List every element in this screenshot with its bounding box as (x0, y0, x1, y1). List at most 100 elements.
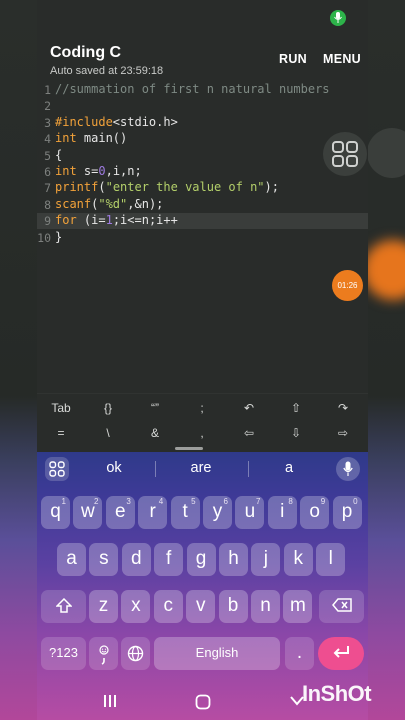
line-number: 3 (44, 115, 51, 130)
key-label: a (66, 548, 77, 569)
redo-icon[interactable]: ↷ (320, 401, 366, 415)
grid-menu-button[interactable] (323, 132, 367, 176)
line-number: 8 (44, 197, 51, 212)
key-l[interactable]: l (316, 543, 346, 576)
key-b[interactable]: b (218, 590, 248, 623)
key-hint: 5 (191, 497, 196, 506)
code-token: ( (98, 180, 106, 195)
keyboard-menu-button[interactable] (45, 457, 69, 481)
key-f[interactable]: f (154, 543, 184, 576)
key-g[interactable]: g (186, 543, 216, 576)
key-k[interactable]: k (283, 543, 313, 576)
key-s[interactable]: s (89, 543, 119, 576)
emoji-icon (98, 645, 109, 665)
suggestion-3[interactable]: a (249, 460, 329, 476)
key-o[interactable]: o9 (300, 496, 330, 529)
code-line[interactable]: 4 int main() (37, 131, 368, 147)
key-x[interactable]: x (121, 590, 151, 623)
suggestion-divider (155, 461, 156, 477)
key-label: v (195, 595, 206, 616)
recents-icon[interactable] (103, 694, 117, 708)
code-line[interactable]: 5{ (37, 148, 368, 164)
shift-icon[interactable]: ⇧ (273, 401, 319, 415)
key-hint: 3 (126, 497, 131, 506)
code-line[interactable]: 3 #include<stdio.h> (37, 115, 368, 131)
key-p[interactable]: p0 (332, 496, 362, 529)
key-i[interactable]: i8 (267, 496, 297, 529)
key-v[interactable]: v (186, 590, 216, 623)
code-line[interactable]: 1 //summation of first n natural numbers (37, 82, 368, 98)
key-label: t (182, 501, 188, 522)
code-token: 1 (105, 213, 113, 228)
code-line[interactable]: 7 printf("enter the value of n"); (37, 180, 368, 196)
code-line[interactable]: 10} (37, 230, 368, 246)
undo-icon[interactable]: ↶ (226, 401, 272, 415)
key-u[interactable]: u7 (235, 496, 265, 529)
emoji-comma-key[interactable] (89, 637, 118, 670)
equals-key[interactable]: = (38, 426, 84, 440)
code-token: ;i<=n;i++ (112, 213, 178, 228)
code-token: "enter the value of n" (105, 180, 265, 195)
key-a[interactable]: a (57, 543, 86, 576)
code-text: } (55, 230, 62, 244)
key-h[interactable]: h (219, 543, 248, 576)
suggestion-1[interactable]: ok (74, 460, 154, 476)
tab-key[interactable]: Tab (38, 401, 84, 415)
key-label: English (195, 645, 239, 660)
code-token: ,&n); (127, 196, 164, 211)
key-d[interactable]: d (121, 543, 151, 576)
arrow-down-icon[interactable]: ⇩ (273, 426, 319, 440)
key-hint: 2 (93, 497, 99, 506)
semicolon-key[interactable]: ; (179, 401, 225, 415)
ampersand-key[interactable]: & (132, 426, 178, 440)
menu-button[interactable]: MENU (323, 52, 361, 66)
suggestion-2[interactable]: are (161, 460, 241, 476)
key-hint: 9 (320, 497, 326, 506)
key-r[interactable]: r4 (138, 496, 168, 529)
code-editor[interactable]: 1 //summation of first n natural numbers 2… (37, 82, 368, 252)
shift-key[interactable] (41, 590, 86, 623)
keyboard-drag-handle[interactable] (175, 447, 203, 450)
key-y[interactable]: y6 (203, 496, 232, 529)
code-line[interactable]: 9 for (i=1;i<=n;i++ (37, 213, 368, 230)
arrow-left-icon[interactable]: ⇦ (226, 426, 272, 440)
period-key[interactable]: . (285, 637, 314, 670)
home-icon[interactable] (195, 694, 211, 710)
space-bar[interactable]: English (154, 637, 280, 670)
code-text: #include<stdio.h> (55, 115, 178, 129)
numbers-key[interactable]: ?123 (41, 637, 86, 670)
quotes-key[interactable]: “” (132, 401, 178, 415)
code-token: 0 (98, 164, 106, 178)
shift-arrow-icon (54, 597, 73, 613)
key-q[interactable]: q1 (41, 496, 70, 529)
key-w[interactable]: w2 (73, 496, 103, 529)
key-z[interactable]: z (89, 590, 118, 623)
code-line[interactable]: 6 int s=0,i,n; (37, 164, 368, 180)
key-label: w (81, 501, 95, 522)
recording-timer-badge[interactable]: 01:26 (332, 270, 363, 301)
key-label: d (131, 548, 142, 569)
key-m[interactable]: m (283, 590, 313, 623)
key-e[interactable]: e3 (105, 496, 135, 529)
language-key[interactable] (121, 637, 150, 670)
code-token: int (55, 131, 77, 146)
enter-key[interactable] (318, 637, 364, 670)
voice-input-button[interactable] (336, 457, 360, 481)
code-token: (i= (76, 213, 106, 228)
backspace-key[interactable] (319, 590, 364, 623)
braces-key[interactable]: {} (85, 401, 131, 415)
code-line[interactable]: 8 scanf("%d",&n); (37, 197, 368, 213)
comma-key[interactable]: , (179, 426, 225, 440)
key-j[interactable]: j (251, 543, 281, 576)
key-c[interactable]: c (153, 590, 183, 623)
key-n[interactable]: n (251, 590, 280, 623)
run-button[interactable]: RUN (279, 52, 307, 66)
backslash-key[interactable]: \ (85, 426, 131, 440)
key-label: c (163, 595, 174, 616)
key-t[interactable]: t5 (170, 496, 200, 529)
line-number: 2 (44, 99, 51, 114)
arrow-right-icon[interactable]: ⇨ (320, 426, 366, 440)
code-line[interactable]: 2 (37, 98, 368, 114)
code-token: ); (264, 180, 279, 195)
key-label: u (244, 501, 256, 522)
